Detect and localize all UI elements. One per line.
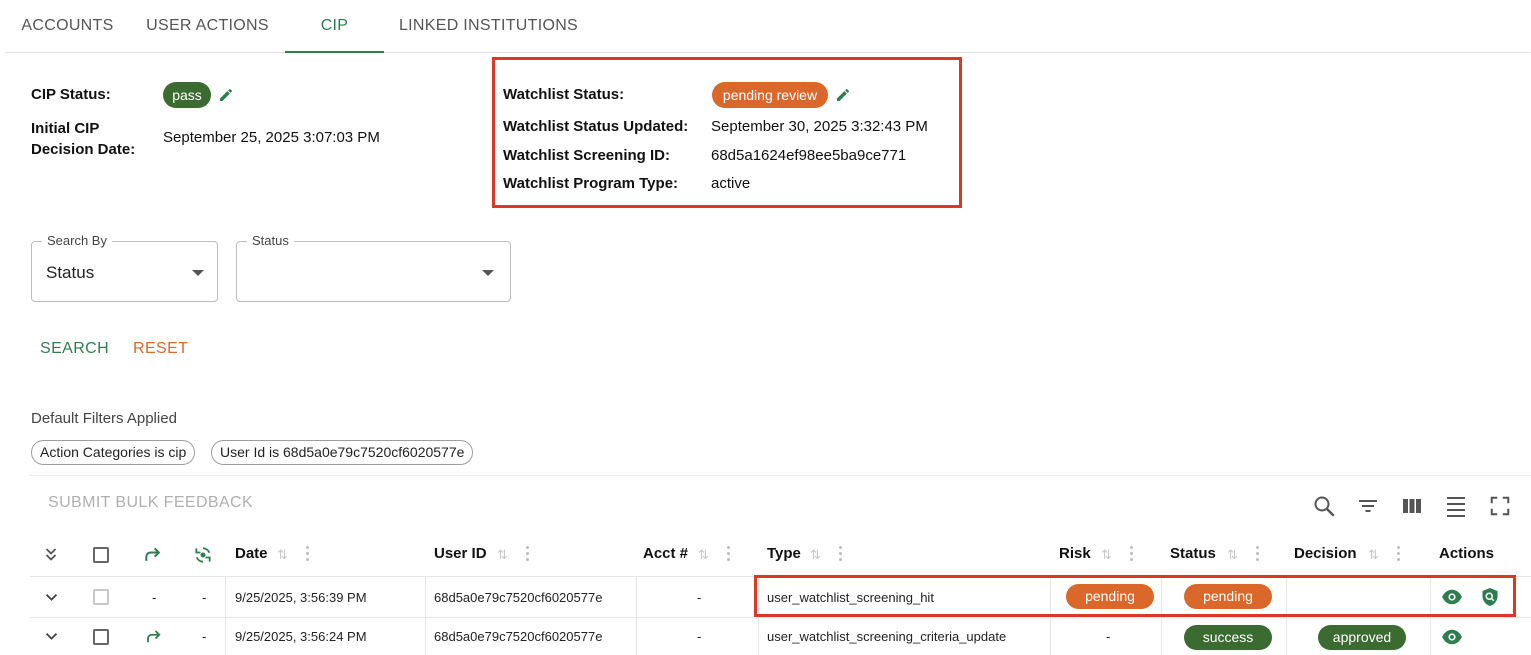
edit-cip-status-icon[interactable] (218, 87, 234, 103)
column-header-date[interactable]: Date (235, 545, 268, 562)
sort-icon[interactable]: ⇅ (277, 547, 288, 563)
default-filters-heading: Default Filters Applied (31, 410, 177, 427)
column-header-type[interactable]: Type (767, 545, 801, 562)
tab-user-actions[interactable]: USER ACTIONS (130, 0, 285, 53)
column-menu-icon[interactable] (1256, 546, 1260, 562)
search-button[interactable]: SEARCH (40, 340, 109, 358)
search-by-value: Status (46, 263, 95, 282)
reset-button[interactable]: RESET (133, 340, 188, 358)
sort-icon[interactable]: ⇅ (1368, 547, 1379, 563)
status-select-label: Status (247, 233, 294, 248)
row-risk: - (1106, 629, 1111, 644)
column-header-decision[interactable]: Decision (1294, 545, 1357, 562)
row-divider (30, 617, 1531, 618)
row-col4-value: - (202, 590, 207, 605)
fullscreen-icon[interactable] (1489, 495, 1511, 517)
watchlist-highlight-box (492, 57, 962, 208)
column-header-user-id[interactable]: User ID (434, 545, 487, 562)
column-header-actions: Actions (1439, 545, 1495, 562)
sort-icon[interactable]: ⇅ (1227, 547, 1238, 563)
submit-bulk-feedback-button[interactable]: SUBMIT BULK FEEDBACK (48, 494, 253, 512)
row-acct: - (697, 590, 702, 605)
refresh-cycle-icon (195, 547, 211, 563)
row-decision-badge: approved (1318, 625, 1406, 650)
chevron-down-icon[interactable] (43, 589, 60, 606)
column-header-status[interactable]: Status (1170, 545, 1216, 562)
column-menu-icon[interactable] (839, 546, 843, 562)
column-menu-icon[interactable] (526, 546, 530, 562)
column-divider (225, 577, 226, 655)
row-highlight-box (754, 575, 1516, 617)
forward-arrow-icon (147, 630, 161, 643)
initial-cip-decision-label: Initial CIP Decision Date: (31, 120, 136, 158)
column-menu-icon[interactable] (306, 546, 310, 562)
row-user-id: 68d5a0e79c7520cf6020577e (434, 629, 603, 644)
status-select[interactable]: Status (236, 233, 511, 302)
column-divider (425, 577, 426, 655)
sort-icon[interactable]: ⇅ (1101, 547, 1112, 563)
column-menu-icon[interactable] (1130, 546, 1134, 562)
columns-icon[interactable] (1400, 494, 1424, 518)
tab-linked-institutions[interactable]: LINKED INSTITUTIONS (384, 0, 593, 53)
forward-arrow-icon (145, 547, 161, 561)
search-by-label: Search By (42, 233, 112, 248)
column-header-risk[interactable]: Risk (1059, 545, 1091, 562)
row-date: 9/25/2025, 3:56:39 PM (235, 590, 367, 605)
row-type: user_watchlist_screening_criteria_update (767, 629, 1007, 644)
row-col3-value: - (152, 590, 157, 605)
cip-status-label: CIP Status: (31, 86, 111, 103)
cip-status-badge: pass (163, 82, 211, 108)
sort-icon[interactable]: ⇅ (698, 547, 709, 563)
tab-accounts[interactable]: ACCOUNTS (5, 0, 130, 53)
row-col4-value: - (202, 629, 207, 644)
search-by-select[interactable]: Search By Status (31, 233, 218, 302)
chevron-down-icon (482, 270, 494, 276)
chevron-down-icon (192, 270, 204, 276)
sort-icon[interactable]: ⇅ (497, 547, 508, 563)
sort-icon[interactable]: ⇅ (810, 547, 821, 563)
column-header-acct[interactable]: Acct # (643, 545, 688, 562)
expand-all-icon[interactable] (42, 546, 60, 564)
row-checkbox[interactable] (93, 629, 109, 645)
row-acct: - (697, 629, 702, 644)
view-eye-icon[interactable] (1441, 628, 1463, 646)
search-icon[interactable] (1312, 494, 1336, 518)
row-checkbox[interactable] (93, 589, 109, 605)
filter-chip-action-categories[interactable]: Action Categories is cip (31, 440, 196, 465)
density-icon[interactable] (1444, 494, 1468, 518)
column-menu-icon[interactable] (727, 546, 731, 562)
chevron-down-icon[interactable] (43, 628, 60, 645)
row-date: 9/25/2025, 3:56:24 PM (235, 629, 367, 644)
tab-bar: ACCOUNTS USER ACTIONS CIP LINKED INSTITU… (5, 0, 1530, 53)
filter-icon[interactable] (1356, 494, 1380, 518)
filter-chip-user-id[interactable]: User Id is 68d5a0e79c7520cf6020577e (211, 440, 474, 465)
column-menu-icon[interactable] (1397, 546, 1401, 562)
select-all-checkbox[interactable] (93, 547, 109, 563)
user-actions-table (30, 475, 1531, 655)
initial-cip-decision-value: September 25, 2025 3:07:03 PM (163, 129, 380, 146)
column-divider (636, 577, 637, 655)
row-user-id: 68d5a0e79c7520cf6020577e (434, 590, 603, 605)
tab-cip[interactable]: CIP (285, 0, 384, 53)
row-status-badge: success (1184, 625, 1272, 650)
